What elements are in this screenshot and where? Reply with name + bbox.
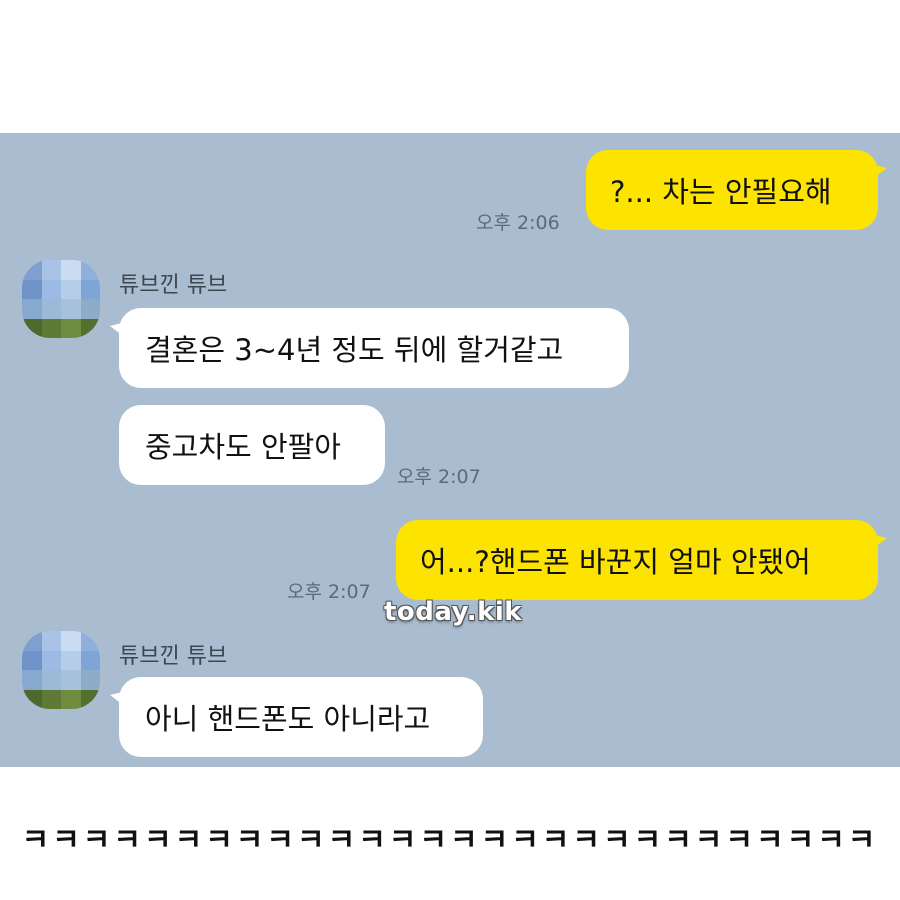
contact-name: 튜브낀 튜브 — [119, 273, 228, 298]
my-message-bubble[interactable]: 어...?핸드폰 바꾼지 얼마 안됐어 — [396, 520, 887, 600]
their-message-bubble[interactable]: 결혼은 3~4년 정도 뒤에 할거같고 — [110, 308, 629, 388]
message-timestamp: 오후 2:06 — [476, 212, 560, 234]
message-text: 결혼은 3~4년 정도 뒤에 할거같고 — [145, 333, 564, 367]
contact-avatar[interactable] — [22, 631, 100, 709]
message-text: 아니 핸드폰도 아니라고 — [145, 702, 431, 736]
their-message-bubble[interactable]: 중고차도 안팔아 — [119, 405, 385, 485]
message-text: 어...?핸드폰 바꾼지 얼마 안됐어 — [420, 545, 811, 579]
chat-area: ?... 차는 안필요해 오후 2:06 튜브낀 튜브 결혼은 3~4년 정도 … — [0, 133, 900, 767]
my-message-bubble[interactable]: ?... 차는 안필요해 — [586, 150, 887, 230]
message-text: ?... 차는 안필요해 — [610, 175, 832, 209]
watermark: today.kik — [384, 597, 523, 627]
contact-avatar[interactable] — [22, 260, 100, 338]
caption-text: ㅋㅋㅋㅋㅋㅋㅋㅋㅋㅋㅋㅋㅋㅋㅋㅋㅋㅋㅋㅋㅋㅋㅋㅋㅋㅋㅋㅋ — [21, 823, 879, 858]
message-timestamp: 오후 2:07 — [287, 581, 371, 603]
message-text: 중고차도 안팔아 — [145, 430, 341, 464]
message-timestamp: 오후 2:07 — [397, 466, 481, 488]
contact-name: 튜브낀 튜브 — [119, 644, 228, 669]
their-message-bubble[interactable]: 아니 핸드폰도 아니라고 — [110, 677, 483, 757]
